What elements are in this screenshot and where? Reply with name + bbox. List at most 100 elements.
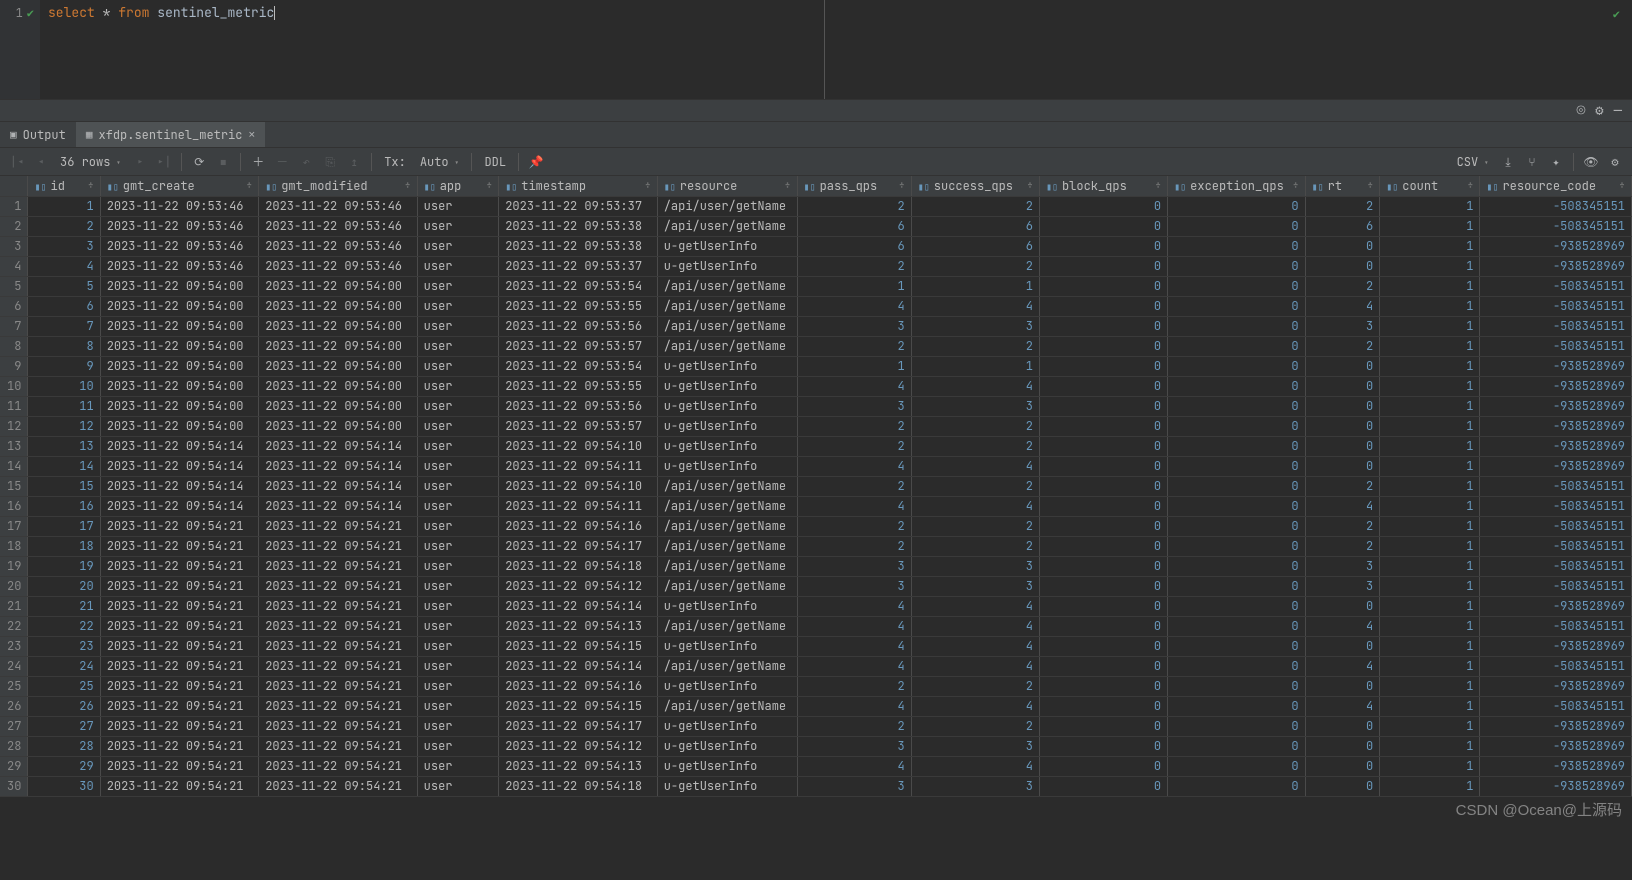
cell-success_qps[interactable]: 3 bbox=[911, 576, 1039, 596]
row-number[interactable]: 25 bbox=[0, 676, 28, 696]
table-row[interactable]: 15152023-11-22 09:54:142023-11-22 09:54:… bbox=[0, 476, 1632, 496]
cell-gmt_modified[interactable]: 2023-11-22 09:54:00 bbox=[259, 316, 417, 336]
cell-resource_code[interactable]: -938528969 bbox=[1480, 716, 1632, 736]
cell-gmt_create[interactable]: 2023-11-22 09:54:21 bbox=[100, 516, 258, 536]
cell-block_qps[interactable]: 0 bbox=[1039, 676, 1167, 696]
cell-count[interactable]: 1 bbox=[1380, 576, 1480, 596]
cell-count[interactable]: 1 bbox=[1380, 356, 1480, 376]
cell-resource_code[interactable]: -938528969 bbox=[1480, 756, 1632, 776]
cell-gmt_modified[interactable]: 2023-11-22 09:54:00 bbox=[259, 376, 417, 396]
cell-timestamp[interactable]: 2023-11-22 09:54:16 bbox=[499, 516, 657, 536]
table-row[interactable]: 19192023-11-22 09:54:212023-11-22 09:54:… bbox=[0, 556, 1632, 576]
cell-success_qps[interactable]: 2 bbox=[911, 196, 1039, 216]
cell-success_qps[interactable]: 6 bbox=[911, 236, 1039, 256]
cell-timestamp[interactable]: 2023-11-22 09:54:10 bbox=[499, 476, 657, 496]
cell-id[interactable]: 29 bbox=[28, 756, 100, 776]
cell-resource[interactable]: /api/user/getName bbox=[657, 496, 797, 516]
cell-timestamp[interactable]: 2023-11-22 09:54:17 bbox=[499, 716, 657, 736]
cell-pass_qps[interactable]: 1 bbox=[797, 356, 911, 376]
cell-rt[interactable]: 0 bbox=[1305, 596, 1380, 616]
cell-block_qps[interactable]: 0 bbox=[1039, 216, 1167, 236]
cell-resource[interactable]: u-getUserInfo bbox=[657, 396, 797, 416]
cell-block_qps[interactable]: 0 bbox=[1039, 276, 1167, 296]
cell-resource_code[interactable]: -938528969 bbox=[1480, 736, 1632, 756]
table-row[interactable]: 23232023-11-22 09:54:212023-11-22 09:54:… bbox=[0, 636, 1632, 656]
row-number[interactable]: 3 bbox=[0, 236, 28, 256]
col-header-count[interactable]: ▮▯count÷ bbox=[1380, 176, 1480, 196]
cell-id[interactable]: 26 bbox=[28, 696, 100, 716]
cell-resource_code[interactable]: -508345151 bbox=[1480, 536, 1632, 556]
cell-success_qps[interactable]: 2 bbox=[911, 256, 1039, 276]
cell-timestamp[interactable]: 2023-11-22 09:53:37 bbox=[499, 256, 657, 276]
cell-resource[interactable]: /api/user/getName bbox=[657, 696, 797, 716]
cell-app[interactable]: user bbox=[417, 476, 499, 496]
cell-resource_code[interactable]: -508345151 bbox=[1480, 576, 1632, 596]
cell-rt[interactable]: 0 bbox=[1305, 236, 1380, 256]
cell-resource_code[interactable]: -508345151 bbox=[1480, 476, 1632, 496]
cell-success_qps[interactable]: 3 bbox=[911, 556, 1039, 576]
cell-timestamp[interactable]: 2023-11-22 09:53:55 bbox=[499, 296, 657, 316]
cell-gmt_create[interactable]: 2023-11-22 09:53:46 bbox=[100, 196, 258, 216]
cell-id[interactable]: 18 bbox=[28, 536, 100, 556]
cell-resource[interactable]: u-getUserInfo bbox=[657, 456, 797, 476]
cell-gmt_create[interactable]: 2023-11-22 09:54:21 bbox=[100, 716, 258, 736]
table-row[interactable]: 29292023-11-22 09:54:212023-11-22 09:54:… bbox=[0, 756, 1632, 776]
cell-app[interactable]: user bbox=[417, 596, 499, 616]
sort-icon[interactable]: ÷ bbox=[88, 178, 94, 191]
cell-timestamp[interactable]: 2023-11-22 09:53:55 bbox=[499, 376, 657, 396]
cell-app[interactable]: user bbox=[417, 456, 499, 476]
cell-exception_qps[interactable]: 0 bbox=[1168, 556, 1306, 576]
cell-resource[interactable]: u-getUserInfo bbox=[657, 256, 797, 276]
sort-icon[interactable]: ÷ bbox=[1293, 178, 1299, 191]
row-number[interactable]: 26 bbox=[0, 696, 28, 716]
cell-block_qps[interactable]: 0 bbox=[1039, 436, 1167, 456]
cell-resource[interactable]: /api/user/getName bbox=[657, 296, 797, 316]
cell-success_qps[interactable]: 4 bbox=[911, 496, 1039, 516]
cell-gmt_modified[interactable]: 2023-11-22 09:54:21 bbox=[259, 756, 417, 776]
row-number[interactable]: 24 bbox=[0, 656, 28, 676]
table-row[interactable]: 552023-11-22 09:54:002023-11-22 09:54:00… bbox=[0, 276, 1632, 296]
cell-gmt_create[interactable]: 2023-11-22 09:53:46 bbox=[100, 216, 258, 236]
cell-resource[interactable]: /api/user/getName bbox=[657, 216, 797, 236]
add-row-button[interactable]: ＋ bbox=[247, 151, 269, 173]
table-row[interactable]: 662023-11-22 09:54:002023-11-22 09:54:00… bbox=[0, 296, 1632, 316]
cell-resource_code[interactable]: -938528969 bbox=[1480, 256, 1632, 276]
cell-app[interactable]: user bbox=[417, 496, 499, 516]
cell-block_qps[interactable]: 0 bbox=[1039, 236, 1167, 256]
table-row[interactable]: 18182023-11-22 09:54:212023-11-22 09:54:… bbox=[0, 536, 1632, 556]
cell-rt[interactable]: 0 bbox=[1305, 716, 1380, 736]
cell-exception_qps[interactable]: 0 bbox=[1168, 696, 1306, 716]
cell-app[interactable]: user bbox=[417, 656, 499, 676]
cell-success_qps[interactable]: 2 bbox=[911, 676, 1039, 696]
col-header-resource_code[interactable]: ▮▯resource_code÷ bbox=[1480, 176, 1632, 196]
sort-icon[interactable]: ÷ bbox=[1027, 178, 1033, 191]
sort-icon[interactable]: ÷ bbox=[645, 178, 651, 191]
table-row[interactable]: 27272023-11-22 09:54:212023-11-22 09:54:… bbox=[0, 716, 1632, 736]
cell-id[interactable]: 4 bbox=[28, 256, 100, 276]
row-number[interactable]: 15 bbox=[0, 476, 28, 496]
cell-rt[interactable]: 3 bbox=[1305, 556, 1380, 576]
cell-gmt_create[interactable]: 2023-11-22 09:54:14 bbox=[100, 476, 258, 496]
cell-block_qps[interactable]: 0 bbox=[1039, 776, 1167, 796]
cell-resource_code[interactable]: -938528969 bbox=[1480, 416, 1632, 436]
cell-pass_qps[interactable]: 2 bbox=[797, 196, 911, 216]
cell-resource_code[interactable]: -508345151 bbox=[1480, 276, 1632, 296]
cell-timestamp[interactable]: 2023-11-22 09:54:14 bbox=[499, 596, 657, 616]
cell-exception_qps[interactable]: 0 bbox=[1168, 676, 1306, 696]
sort-icon[interactable]: ÷ bbox=[785, 178, 791, 191]
table-row[interactable]: 442023-11-22 09:53:462023-11-22 09:53:46… bbox=[0, 256, 1632, 276]
cell-timestamp[interactable]: 2023-11-22 09:54:13 bbox=[499, 616, 657, 636]
cell-exception_qps[interactable]: 0 bbox=[1168, 576, 1306, 596]
row-number[interactable]: 21 bbox=[0, 596, 28, 616]
reload-button[interactable]: ⟳ bbox=[188, 151, 210, 173]
cell-gmt_create[interactable]: 2023-11-22 09:54:00 bbox=[100, 416, 258, 436]
col-header-pass_qps[interactable]: ▮▯pass_qps÷ bbox=[797, 176, 911, 196]
row-number[interactable]: 4 bbox=[0, 256, 28, 276]
cell-pass_qps[interactable]: 4 bbox=[797, 456, 911, 476]
col-header-id[interactable]: ▮▯id÷ bbox=[28, 176, 100, 196]
download-button[interactable]: ⤓ bbox=[1497, 151, 1519, 173]
cell-exception_qps[interactable]: 0 bbox=[1168, 296, 1306, 316]
row-number[interactable]: 19 bbox=[0, 556, 28, 576]
cell-count[interactable]: 1 bbox=[1380, 556, 1480, 576]
cell-resource_code[interactable]: -938528969 bbox=[1480, 456, 1632, 476]
